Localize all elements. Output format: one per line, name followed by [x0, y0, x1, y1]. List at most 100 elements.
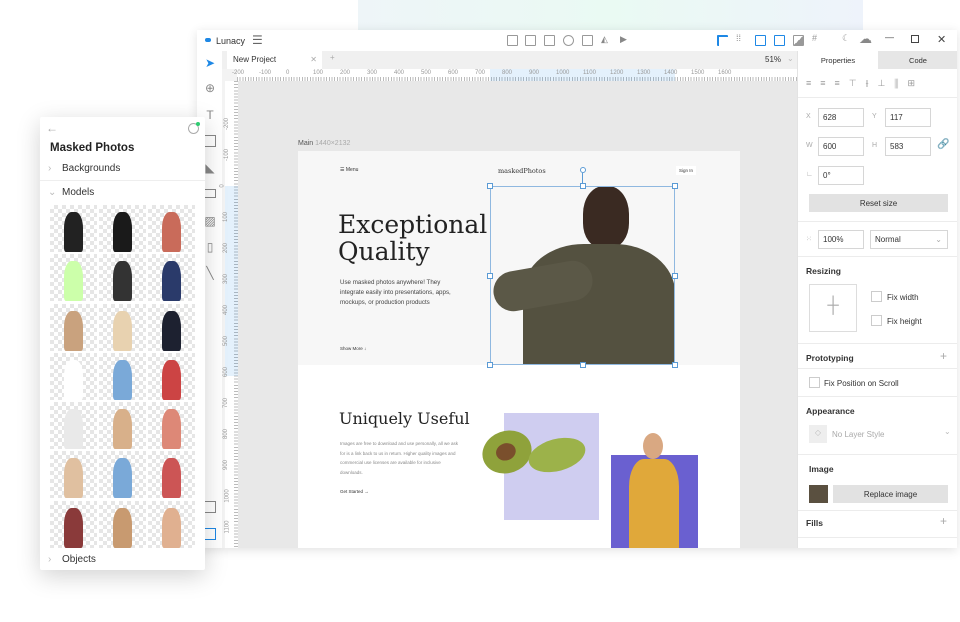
mask-icon[interactable] [582, 35, 593, 46]
model-photo[interactable] [148, 500, 195, 548]
model-photo[interactable] [50, 205, 97, 252]
minimize-button[interactable]: — [885, 32, 894, 42]
snap-icon[interactable] [717, 35, 728, 46]
panels-icon[interactable] [204, 528, 216, 540]
x-field[interactable]: 628 [818, 108, 864, 127]
account-icon[interactable] [188, 122, 200, 134]
rotation-field[interactable]: 0° [818, 166, 864, 185]
link-icon[interactable]: 🔗 [937, 139, 949, 150]
canvas[interactable]: Main 1440×2132 ☰ Menu maskedPhotos Sign … [238, 81, 797, 548]
resize-handle[interactable] [487, 273, 493, 279]
resize-handle[interactable] [580, 183, 586, 189]
menu-icon[interactable]: ☰ [252, 33, 263, 47]
opacity-field[interactable]: 100% [818, 230, 864, 249]
replace-image-button[interactable]: Replace image [833, 485, 948, 503]
vertical-ruler[interactable]: -200 -100 0 100 200 300 400 500 600 700 800 900 1000… [220, 81, 238, 548]
menu-link[interactable]: ☰ Menu [340, 167, 358, 173]
cloud-icon[interactable]: ☁ [859, 31, 872, 47]
category-models[interactable]: Models [62, 187, 94, 198]
model-photo[interactable] [99, 500, 146, 548]
close-button[interactable]: ✕ [937, 33, 946, 46]
artboard-tool-icon[interactable]: ▯ [204, 241, 216, 253]
model-photo[interactable] [148, 352, 195, 400]
model-photo[interactable] [148, 205, 195, 252]
zoom-level[interactable]: 51% [765, 55, 781, 64]
theme-icon[interactable] [793, 35, 804, 46]
grid-icon[interactable]: ⁞⁞ [736, 33, 741, 43]
resize-handle[interactable] [672, 183, 678, 189]
model-photo[interactable] [99, 451, 146, 499]
add-tab-icon[interactable]: + [330, 53, 335, 62]
export-icon[interactable] [204, 501, 216, 513]
model-photo[interactable] [99, 254, 146, 302]
chevron-right-icon[interactable]: › [48, 163, 51, 174]
model-photo[interactable] [99, 352, 146, 400]
text-tool-icon[interactable] [525, 35, 536, 46]
blend-mode-select[interactable]: Normal ⌄ [870, 230, 948, 249]
chevron-right-icon[interactable]: › [48, 554, 51, 565]
model-photo[interactable] [50, 303, 97, 351]
artboard-name[interactable]: Main 1440×2132 [298, 140, 350, 147]
model-photo[interactable] [148, 303, 195, 351]
tab-properties[interactable]: Properties [798, 51, 878, 69]
send-icon[interactable]: ▶ [620, 34, 627, 45]
fix-scroll-checkbox[interactable] [809, 377, 820, 388]
tab-code[interactable]: Code [878, 51, 957, 69]
pencil-tool-icon[interactable]: ╲ [204, 267, 216, 279]
layer-style-select[interactable]: No Layer Style [832, 430, 884, 439]
horizontal-ruler[interactable]: -200 -100 0 100 200 300 400 500 600 700 800 900 1000… [232, 69, 797, 81]
model-photo[interactable] [50, 402, 97, 450]
resize-handle[interactable] [487, 183, 493, 189]
image-tool-icon[interactable]: ▨ [204, 215, 216, 227]
model-photo[interactable] [50, 500, 97, 548]
moon-icon[interactable]: ☾ [842, 33, 850, 44]
resize-handle[interactable] [672, 273, 678, 279]
model-photo[interactable] [99, 303, 146, 351]
reset-size-button[interactable]: Reset size [809, 194, 948, 212]
back-icon[interactable]: ← [46, 121, 58, 135]
tab-new-project[interactable]: New Project ✕ [227, 51, 322, 69]
model-photo[interactable] [50, 254, 97, 302]
layout-grid-icon[interactable]: # [812, 33, 817, 43]
model-photo[interactable] [148, 254, 195, 302]
zoom-tool-icon[interactable]: ⊕ [204, 82, 216, 94]
outline-icon[interactable] [774, 35, 785, 46]
sign-in-button[interactable]: Sign In [676, 166, 697, 175]
rectangle-tool-icon[interactable] [204, 135, 216, 147]
close-tab-icon[interactable]: ✕ [310, 55, 317, 64]
add-fill-icon[interactable]: + [940, 514, 947, 528]
resize-handle[interactable] [487, 362, 493, 368]
artboard-main[interactable]: ☰ Menu maskedPhotos Sign In Exceptional Q… [298, 151, 740, 548]
width-field[interactable]: 600 [818, 137, 864, 156]
fix-width-checkbox[interactable] [871, 291, 882, 302]
resizing-constraints[interactable]: ┼ [809, 284, 857, 332]
resize-handle[interactable] [672, 362, 678, 368]
text-tool-icon[interactable]: T [204, 109, 216, 121]
show-more-link[interactable]: Show More ↓ [340, 346, 366, 351]
chevron-down-icon[interactable]: ⌄ [944, 427, 951, 436]
model-photo[interactable] [50, 352, 97, 400]
height-field[interactable]: 583 [885, 137, 931, 156]
fix-height-checkbox[interactable] [871, 315, 882, 326]
align-toolbar[interactable]: ≡≡≡⊤⫲⊥⫼⊞ [806, 78, 924, 89]
crop-icon[interactable] [507, 35, 518, 46]
y-field[interactable]: 117 [885, 108, 931, 127]
chevron-down-icon[interactable]: ⌄ [48, 187, 56, 198]
resize-handle[interactable] [580, 362, 586, 368]
rotate-icon[interactable] [563, 35, 574, 46]
selection-box[interactable] [487, 167, 678, 368]
hotspot-tool-icon[interactable] [204, 189, 216, 198]
rotate-handle[interactable] [580, 167, 586, 173]
chevron-down-icon[interactable]: ⌄ [787, 54, 794, 63]
model-photo[interactable] [148, 451, 195, 499]
model-photo[interactable] [99, 402, 146, 450]
pointer-tool-icon[interactable]: ➤ [204, 57, 216, 69]
get-started-link[interactable]: Get Started → [340, 489, 369, 494]
category-backgrounds[interactable]: Backgrounds [62, 163, 120, 174]
model-photo[interactable] [99, 205, 146, 252]
pen-tool-icon[interactable]: ◣ [204, 162, 216, 174]
category-objects[interactable]: Objects [62, 554, 96, 565]
flip-icon[interactable]: ◭ [601, 34, 608, 45]
model-photo[interactable] [50, 451, 97, 499]
pixel-icon[interactable] [755, 35, 766, 46]
